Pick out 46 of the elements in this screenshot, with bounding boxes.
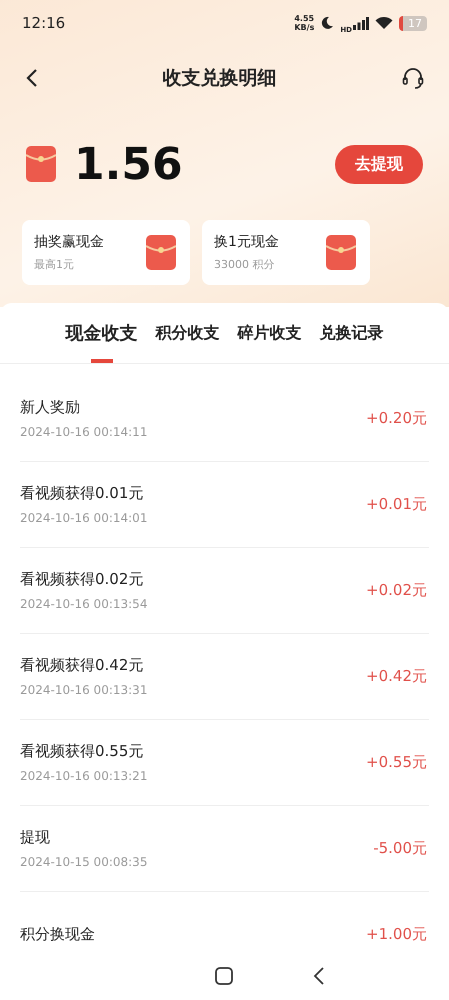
record-time: 2024-10-16 00:14:01 — [20, 511, 148, 525]
back-icon[interactable] — [312, 967, 324, 985]
tab[interactable]: 积分收支 — [156, 321, 220, 363]
record-amount: +0.20元 — [366, 409, 427, 428]
record-time: 2024-10-16 00:13:31 — [20, 683, 148, 697]
page-title: 收支兑换明细 — [162, 66, 276, 91]
record-time: 2024-10-16 00:13:54 — [20, 597, 148, 611]
record-amount: +0.42元 — [366, 667, 427, 686]
record-amount: +0.55元 — [366, 753, 427, 772]
withdraw-button[interactable]: 去提现 — [335, 144, 423, 184]
promo-card[interactable]: 抽奖赢现金 最高1元 — [22, 220, 190, 285]
envelope-icon — [26, 146, 56, 182]
envelope-icon — [146, 235, 176, 270]
promo-card[interactable]: 换1元现金 33000 积分 — [202, 220, 370, 285]
balance-amount: 1.56 — [74, 138, 184, 190]
record-title: 看视频获得0.42元 — [20, 656, 144, 675]
tab[interactable]: 兑换记录 — [320, 321, 384, 363]
wifi-icon — [375, 16, 393, 30]
promo-subtitle: 33000 积分 — [214, 257, 276, 272]
record-title: 看视频获得0.01元 — [20, 484, 144, 503]
record-amount: -5.00元 — [373, 839, 427, 858]
promo-subtitle: 最高1元 — [34, 257, 75, 272]
record-title: 积分换现金 — [20, 925, 95, 944]
network-speed: 4.55 KB/s — [294, 14, 314, 32]
signal-icon — [353, 16, 369, 30]
record-amount: +0.01元 — [366, 495, 427, 514]
headset-icon[interactable] — [401, 66, 425, 90]
status-time: 12:16 — [22, 14, 66, 32]
envelope-icon — [326, 235, 356, 270]
promo-title: 抽奖赢现金 — [34, 233, 104, 251]
record-time: 2024-10-16 00:14:11 — [20, 425, 148, 439]
tab[interactable]: 碎片收支 — [238, 321, 302, 363]
moon-icon — [320, 16, 334, 30]
back-icon[interactable] — [26, 68, 38, 88]
record-time: 2024-10-16 00:13:21 — [20, 769, 148, 783]
record-amount: +1.00元 — [366, 925, 427, 944]
record-title: 看视频获得0.02元 — [20, 570, 144, 589]
record-time: 2024-10-15 00:08:35 — [20, 855, 148, 869]
home-square-icon[interactable] — [214, 967, 232, 985]
battery-indicator: 17 — [399, 16, 427, 30]
record-title: 看视频获得0.55元 — [20, 742, 144, 761]
promo-title: 换1元现金 — [214, 233, 279, 251]
tab[interactable]: 现金收支 — [66, 321, 138, 363]
record-title: 新人奖励 — [20, 398, 81, 417]
record-title: 提现 — [20, 828, 51, 847]
record-amount: +0.02元 — [366, 581, 427, 600]
